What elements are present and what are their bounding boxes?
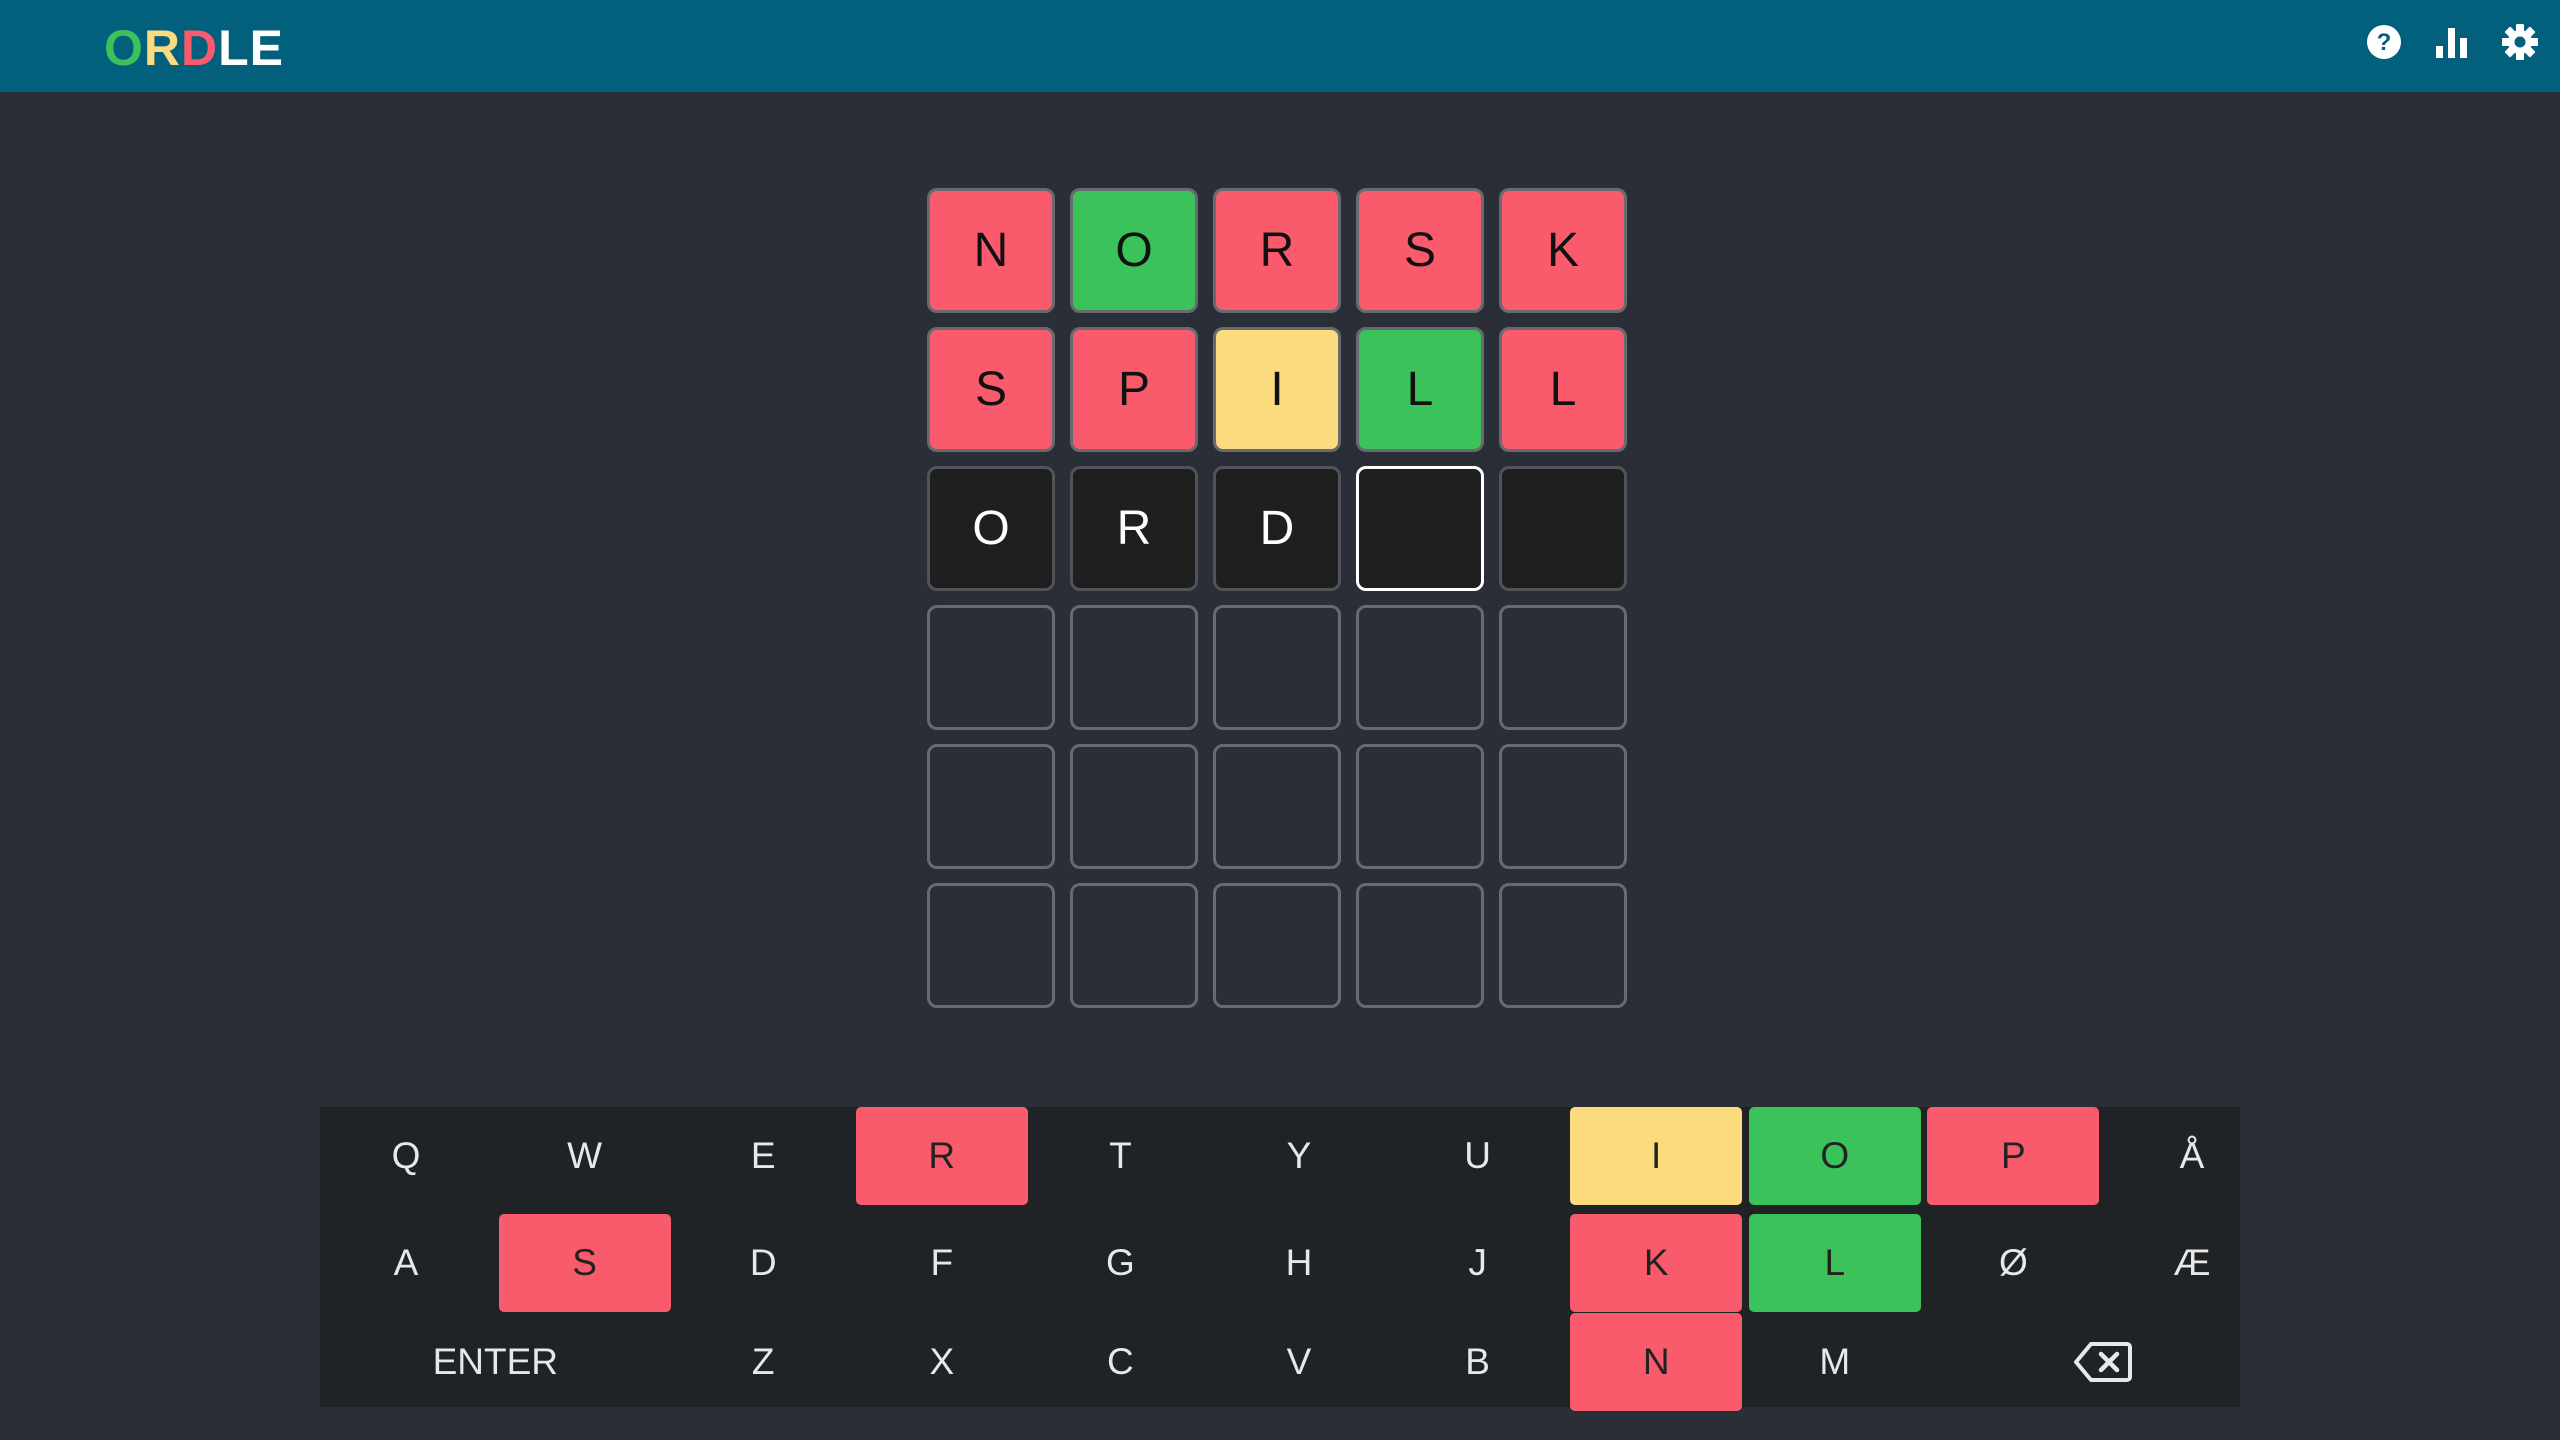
key-M[interactable]: M <box>1749 1313 1921 1411</box>
key-B[interactable]: B <box>1392 1313 1564 1411</box>
key-O[interactable]: O <box>1748 1107 1921 1205</box>
key-Y[interactable]: Y <box>1213 1107 1385 1205</box>
backspace-icon <box>2073 1342 2132 1382</box>
key-K[interactable]: K <box>1570 1214 1743 1312</box>
board-tile <box>1213 744 1341 869</box>
board-tile <box>927 883 1055 1008</box>
app-logo: ORDLE <box>104 18 284 78</box>
board-tile: L <box>1499 327 1627 452</box>
board-tile: R <box>1070 466 1198 591</box>
board-tile <box>927 605 1055 730</box>
board-tile <box>1499 466 1627 591</box>
board-tile <box>1356 883 1484 1008</box>
key-E[interactable]: E <box>677 1107 849 1205</box>
board-row <box>927 744 1627 869</box>
board-tile: N <box>927 188 1055 313</box>
board-tile: K <box>1499 188 1627 313</box>
key-Z[interactable]: Z <box>677 1313 849 1411</box>
svg-text:?: ? <box>2377 29 2392 56</box>
key-Æ[interactable]: Æ <box>2106 1214 2278 1312</box>
board-tile: R <box>1213 188 1341 313</box>
stats-icon[interactable] <box>2432 22 2472 62</box>
board-tile: S <box>1356 188 1484 313</box>
board-tile: P <box>1070 327 1198 452</box>
key-C[interactable]: C <box>1034 1313 1206 1411</box>
board-tile: O <box>1070 188 1198 313</box>
key-W[interactable]: W <box>499 1107 671 1205</box>
key-D[interactable]: D <box>677 1214 849 1312</box>
key-T[interactable]: T <box>1034 1107 1206 1205</box>
board-tile <box>1356 605 1484 730</box>
key-S[interactable]: S <box>498 1214 671 1312</box>
key-A[interactable]: A <box>320 1214 492 1312</box>
settings-icon[interactable] <box>2500 22 2540 62</box>
logo-letter: R <box>143 20 182 76</box>
board-tile <box>1499 605 1627 730</box>
key-F[interactable]: F <box>856 1214 1028 1312</box>
board-tile: L <box>1356 327 1484 452</box>
board-row: ORD <box>927 466 1627 591</box>
board-tile <box>1070 605 1198 730</box>
key-P[interactable]: P <box>1927 1107 2100 1205</box>
key-V[interactable]: V <box>1213 1313 1385 1411</box>
key-U[interactable]: U <box>1392 1107 1564 1205</box>
board-row: SPILL <box>927 327 1627 452</box>
enter-key[interactable]: ENTER <box>320 1313 671 1411</box>
app-header: ORDLE ? <box>0 0 2560 92</box>
board-tile <box>1499 744 1627 869</box>
logo-letter: O <box>104 20 144 76</box>
key-Å[interactable]: Å <box>2106 1107 2278 1205</box>
board-tile: I <box>1213 327 1341 452</box>
key-I[interactable]: I <box>1570 1107 1743 1205</box>
board-tile <box>1213 605 1341 730</box>
key-Q[interactable]: Q <box>320 1107 492 1205</box>
board-tile <box>1070 744 1198 869</box>
key-R[interactable]: R <box>855 1107 1028 1205</box>
board-tile: S <box>927 327 1055 452</box>
board-tile <box>1499 883 1627 1008</box>
key-J[interactable]: J <box>1392 1214 1564 1312</box>
board-row <box>927 605 1627 730</box>
logo-letter: D <box>181 20 219 76</box>
logo-letter: E <box>249 20 285 76</box>
game-board: NORSKSPILLORD <box>927 188 1627 1022</box>
key-X[interactable]: X <box>856 1313 1028 1411</box>
board-tile: O <box>927 466 1055 591</box>
key-H[interactable]: H <box>1213 1214 1385 1312</box>
board-row <box>927 883 1627 1008</box>
on-screen-keyboard: Q W E R T Y U I O P Å A S D F G H J K L Ø Æ ENTER Z X C V B N M <box>320 1107 2240 1411</box>
key-Ø[interactable]: Ø <box>1927 1214 2099 1312</box>
keyboard-row: ENTER Z X C V B N M <box>320 1313 2240 1411</box>
keyboard-row: QWERTYUIOPÅ <box>320 1107 2240 1205</box>
board-tile <box>1070 883 1198 1008</box>
board-row: NORSK <box>927 188 1627 313</box>
key-L[interactable]: L <box>1748 1214 1921 1312</box>
board-tile: D <box>1213 466 1341 591</box>
keyboard-row: ASDFGHJKLØÆ <box>320 1214 2240 1312</box>
logo-letter: L <box>218 20 250 76</box>
key-G[interactable]: G <box>1034 1214 1206 1312</box>
board-tile <box>1356 744 1484 869</box>
board-tile <box>1356 466 1484 591</box>
board-tile <box>927 744 1055 869</box>
backspace-key[interactable] <box>1927 1313 2278 1411</box>
key-N[interactable]: N <box>1570 1313 1743 1411</box>
help-icon[interactable]: ? <box>2364 22 2404 62</box>
board-tile <box>1213 883 1341 1008</box>
header-actions: ? <box>2364 22 2540 62</box>
